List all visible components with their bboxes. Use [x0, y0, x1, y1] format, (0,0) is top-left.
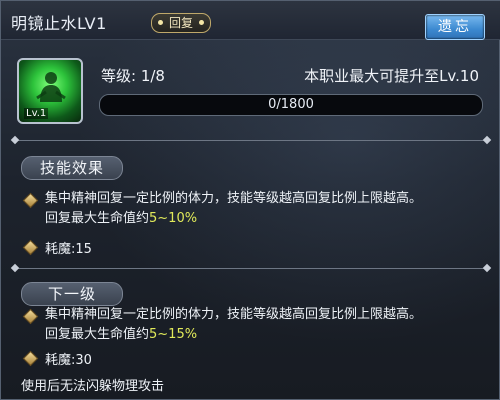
- next-heal-value: 5~15%: [149, 327, 198, 342]
- skill-detail-panel: 明镜止水LV1 回复 遗忘 Lv.1 等级: 1/8 本职业最大可提升至Lv.1…: [0, 0, 500, 400]
- bullet-diamond-icon: [22, 350, 39, 367]
- meditating-figure-icon: [36, 72, 66, 102]
- skill-name: 明镜止水LV1: [11, 14, 107, 33]
- next-level-description: 集中精神回复一定比例的体力，技能等级越高回复比例上限越高。 回复最大生命值约5~…: [45, 305, 422, 345]
- divider: [15, 268, 487, 269]
- effect-section-header: 技能效果: [21, 156, 123, 180]
- level-label: 等级: 1/8: [101, 67, 165, 85]
- next-mana-cost: 耗魔:30: [45, 353, 92, 368]
- icon-level-label: Lv.1: [24, 108, 49, 119]
- effect-heal-value: 5~10%: [149, 211, 198, 226]
- skill-icon: Lv.1: [17, 58, 83, 124]
- progress-text: 0/1800: [268, 97, 314, 112]
- effect-desc-prefix: 回复最大生命值约: [45, 211, 150, 226]
- effect-mana-cost: 耗魔:15: [45, 242, 92, 257]
- effect-desc-line1: 集中精神回复一定比例的体力，技能等级越高回复比例上限越高。: [45, 191, 423, 206]
- footer-note: 使用后无法闪躲物理攻击: [21, 379, 165, 394]
- next-level-section-header: 下一级: [21, 282, 123, 306]
- max-level-text: 本职业最大可提升至Lv.10: [304, 67, 479, 85]
- skill-type-badge: 回复: [151, 13, 211, 33]
- skill-type-label: 回复: [168, 16, 193, 30]
- bullet-diamond-icon: [22, 308, 39, 325]
- badge-dot-icon: [199, 20, 204, 25]
- divider: [15, 140, 487, 141]
- forget-button[interactable]: 遗忘: [425, 14, 485, 40]
- bullet-diamond-icon: [22, 239, 39, 256]
- title-bar: 明镜止水LV1 回复 遗忘: [1, 1, 500, 40]
- next-desc-line1: 集中精神回复一定比例的体力，技能等级越高回复比例上限越高。: [45, 307, 423, 322]
- next-desc-line2: 回复最大生命值约5~15%: [45, 325, 422, 345]
- next-desc-prefix: 回复最大生命值约: [45, 327, 150, 342]
- badge-dot-icon: [158, 20, 163, 25]
- bullet-diamond-icon: [22, 192, 39, 209]
- experience-progress-bar: 0/1800: [99, 94, 483, 116]
- effect-description: 集中精神回复一定比例的体力，技能等级越高回复比例上限越高。 回复最大生命值约5~…: [45, 189, 422, 229]
- effect-desc-line2: 回复最大生命值约5~10%: [45, 209, 422, 229]
